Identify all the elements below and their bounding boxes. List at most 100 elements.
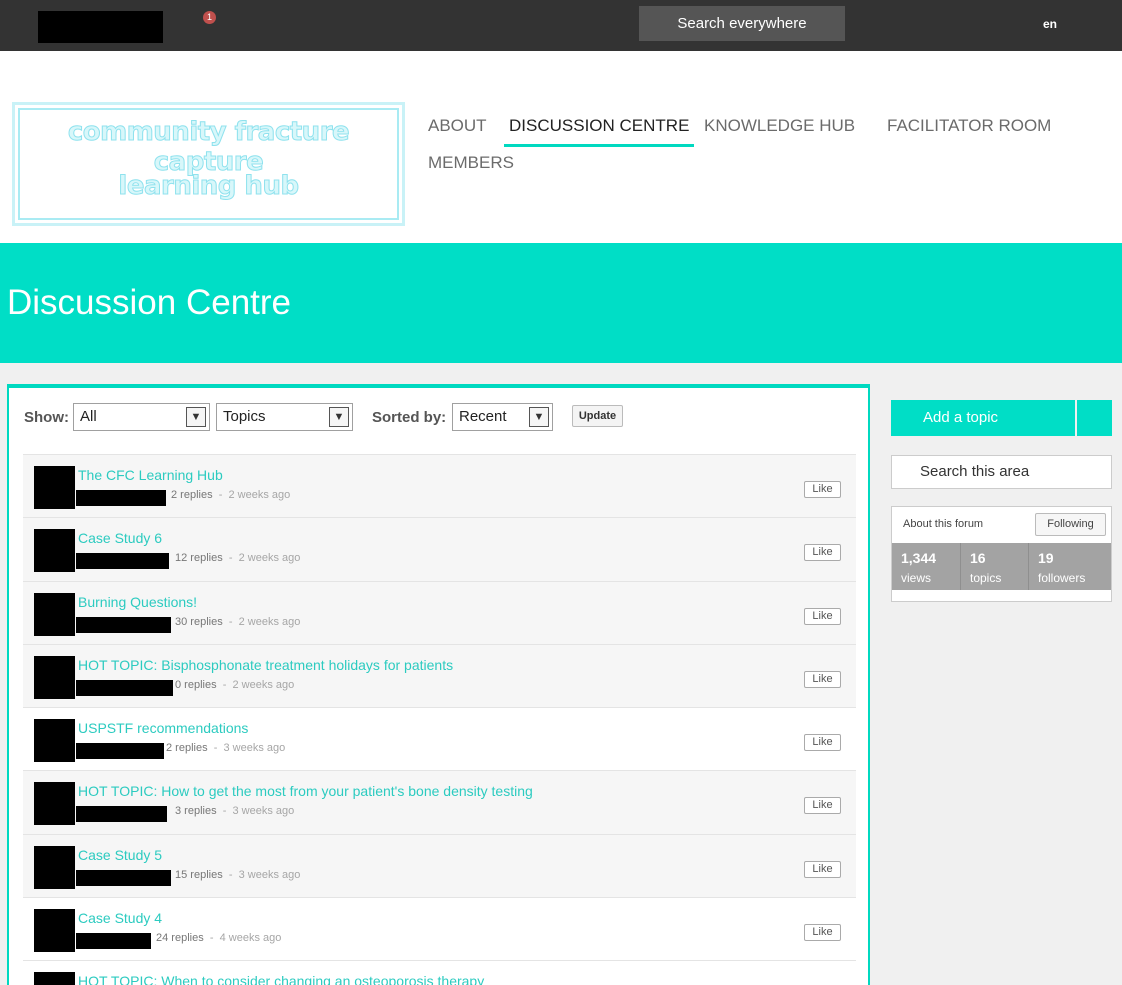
topic-meta: 15 replies - 3 weeks ago [175, 868, 301, 881]
avatar[interactable] [34, 719, 75, 763]
topic-age: 2 weeks ago [238, 615, 301, 628]
chevron-down-icon: ▼ [529, 407, 549, 427]
avatar[interactable] [34, 845, 75, 889]
sort-select-value: Recent [459, 408, 507, 425]
like-button[interactable]: Like [804, 734, 841, 752]
like-button[interactable]: Like [804, 481, 841, 498]
avatar[interactable] [34, 782, 75, 826]
reply-count: 30 replies [175, 615, 223, 628]
nav-discussion-centre[interactable]: DISCUSSION CENTRE [503, 116, 695, 147]
notification-badge[interactable]: 1 [203, 11, 216, 24]
brand-line-2: learning hub [118, 171, 300, 202]
topic-title-link[interactable]: HOT TOPIC: Bisphosphonate treatment holi… [78, 657, 453, 673]
nav-about[interactable]: ABOUT [428, 116, 487, 136]
following-button[interactable]: Following [1035, 513, 1106, 536]
stat-label: views [901, 571, 932, 585]
topic-meta: 12 replies - 2 weeks ago [175, 552, 301, 565]
like-button[interactable]: Like [804, 860, 841, 878]
author-name[interactable] [76, 743, 164, 760]
topic-meta: 2 replies - 3 weeks ago [166, 742, 286, 755]
topic-title-link[interactable]: HOT TOPIC: When to consider changing an … [78, 973, 484, 985]
reply-count: 0 replies [175, 678, 217, 691]
list-item: HOT TOPIC: How to get the most from your… [23, 770, 856, 834]
forum-stats: 1,344 views 16 topics 19 followers [892, 543, 1111, 590]
list-item: USPSTF recommendations 2 replies - 3 wee… [23, 707, 856, 770]
topic-title-link[interactable]: USPSTF recommendations [78, 720, 248, 736]
author-name[interactable] [76, 869, 171, 886]
site-logo[interactable] [38, 11, 163, 43]
topic-list: The CFC Learning Hub 2 replies - 2 weeks… [23, 454, 856, 985]
type-select[interactable]: Topics ▼ [216, 403, 353, 431]
page-banner: Discussion Centre [0, 243, 1122, 363]
list-item: Burning Questions! 30 replies - 2 weeks … [23, 580, 856, 644]
topic-age: 3 weeks ago [223, 742, 286, 755]
stat-topics: 16 topics [960, 543, 1028, 590]
stat-value: 1,344 [901, 550, 937, 566]
list-item: Case Study 4 24 replies - 4 weeks ago Li… [23, 897, 856, 960]
type-select-value: Topics [223, 408, 266, 425]
topic-title-link[interactable]: Case Study 4 [78, 910, 162, 926]
search-everywhere-button[interactable]: Search everywhere [639, 6, 845, 41]
author-name[interactable] [76, 933, 151, 950]
author-name[interactable] [76, 553, 169, 570]
topic-age: 3 weeks ago [238, 868, 301, 881]
show-select-value: All [80, 408, 97, 425]
brand-line-1: community fracture capture [67, 117, 350, 178]
topic-title-link[interactable]: Case Study 6 [78, 530, 162, 546]
topic-title-link[interactable]: HOT TOPIC: How to get the most from your… [78, 783, 533, 799]
topic-age: 4 weeks ago [219, 932, 282, 945]
nav-knowledge-hub[interactable]: KNOWLEDGE HUB [704, 116, 855, 136]
author-name[interactable] [76, 616, 171, 633]
topic-title-link[interactable]: The CFC Learning Hub [78, 467, 223, 483]
avatar[interactable] [34, 655, 75, 699]
stat-views: 1,344 views [892, 543, 960, 590]
topic-age: 2 weeks ago [232, 678, 295, 691]
reply-count: 12 replies [175, 552, 223, 565]
topic-meta: 24 replies - 4 weeks ago [156, 932, 282, 945]
stat-value: 16 [970, 550, 986, 566]
reply-count: 3 replies [175, 805, 217, 818]
reply-count: 24 replies [156, 932, 204, 945]
topic-title-link[interactable]: Case Study 5 [78, 847, 162, 863]
stat-label: followers [1038, 571, 1086, 585]
list-item: The CFC Learning Hub 2 replies - 2 weeks… [23, 454, 856, 518]
topic-meta: 0 replies - 2 weeks ago [175, 678, 295, 691]
topic-meta: 3 replies - 3 weeks ago [175, 805, 295, 818]
header: community fracture capture learning hub … [0, 51, 1122, 243]
topic-age: 2 weeks ago [238, 552, 301, 565]
brand-logo[interactable]: community fracture capture learning hub [12, 102, 405, 226]
sort-label: Sorted by: [372, 409, 447, 426]
add-topic-button[interactable]: Add a topic [891, 400, 1075, 436]
avatar[interactable] [34, 466, 75, 509]
like-button[interactable]: Like [804, 670, 841, 688]
update-button[interactable]: Update [572, 405, 623, 427]
topic-age: 3 weeks ago [232, 805, 295, 818]
search-area-button[interactable]: Search this area [891, 455, 1112, 489]
like-button[interactable]: Like [804, 607, 841, 625]
add-topic-dropdown[interactable] [1077, 400, 1112, 436]
like-button[interactable]: Like [804, 924, 841, 942]
topic-meta: 2 replies - 2 weeks ago [171, 489, 291, 501]
avatar[interactable] [34, 592, 75, 636]
sort-select[interactable]: Recent ▼ [452, 403, 553, 431]
language-selector[interactable]: en [1043, 17, 1057, 31]
stat-value: 19 [1038, 550, 1054, 566]
avatar[interactable] [34, 909, 75, 953]
page-title: Discussion Centre [7, 283, 291, 322]
reply-count: 2 replies [171, 489, 213, 501]
author-name[interactable] [76, 806, 167, 823]
topic-list-panel: Show: All ▼ Topics ▼ Sorted by: Recent ▼… [7, 384, 870, 985]
avatar[interactable] [34, 972, 75, 985]
like-button[interactable]: Like [804, 544, 841, 562]
topic-title-link[interactable]: Burning Questions! [78, 594, 197, 610]
like-button[interactable]: Like [804, 797, 841, 815]
show-select[interactable]: All ▼ [73, 403, 210, 431]
author-name[interactable] [76, 679, 173, 696]
avatar[interactable] [34, 529, 75, 573]
chevron-down-icon: ▼ [329, 407, 349, 427]
topic-age: 2 weeks ago [228, 489, 291, 501]
forum-info-box: About this forum Following 1,344 views 1… [891, 506, 1112, 602]
author-name[interactable] [76, 490, 166, 506]
nav-facilitator-room[interactable]: FACILITATOR ROOM [887, 116, 1051, 136]
nav-members[interactable]: MEMBERS [428, 153, 514, 173]
